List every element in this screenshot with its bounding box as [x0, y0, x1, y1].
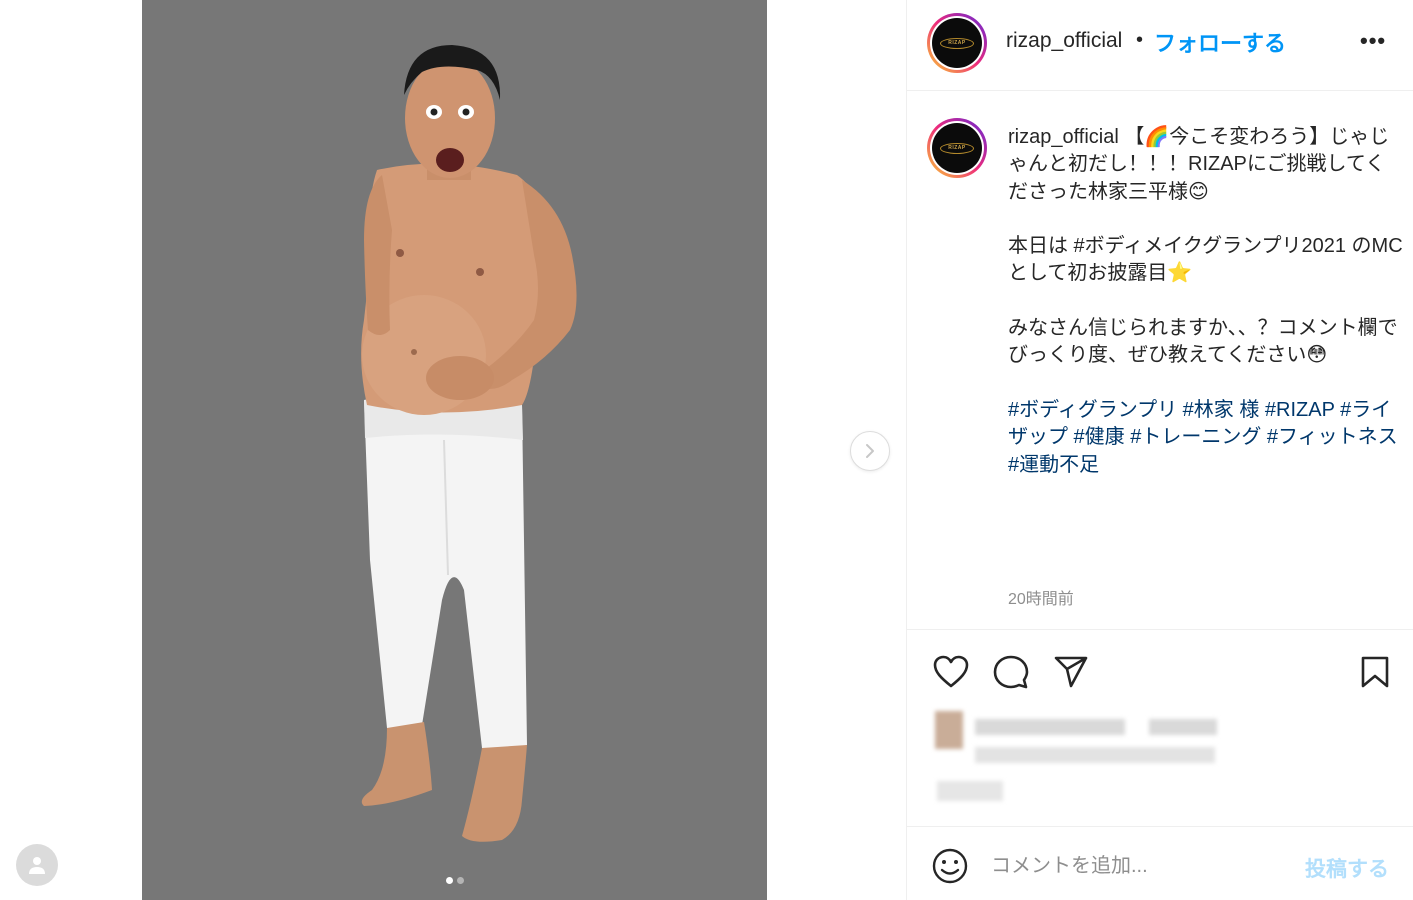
header-username[interactable]: rizap_official: [1006, 29, 1122, 53]
comment-button[interactable]: [991, 652, 1031, 692]
post-caption: rizap_official 【🌈今こそ変わろう】じゃじゃんと初だし！！！RIZ…: [1008, 124, 1403, 479]
emoji-icon: [932, 848, 968, 884]
caption-paragraph: 本日は #ボディメイクグランプリ2021 のMCとして初お披露目⭐: [1008, 235, 1403, 285]
next-image-button[interactable]: [850, 431, 890, 471]
post-header: RIZAP rizap_official • フォローする •••: [907, 0, 1413, 91]
comment-bar: 投稿する: [907, 826, 1413, 900]
user-icon: [29, 857, 45, 874]
user-chip[interactable]: [16, 844, 58, 886]
caption-avatar[interactable]: RIZAP: [927, 118, 987, 178]
post-comment-button[interactable]: 投稿する: [1305, 853, 1389, 883]
chevron-right-icon: [866, 444, 874, 458]
post-panel: RIZAP rizap_official • フォローする ••• RIZAP …: [906, 0, 1413, 900]
carousel-dot[interactable]: [456, 877, 464, 884]
follow-button[interactable]: フォローする: [1154, 26, 1286, 58]
caption-username[interactable]: rizap_official: [1008, 126, 1119, 148]
caption-hashtags[interactable]: #ボディグランプリ #林家 様 #RIZAP #ライザップ #健康 #トレーニン…: [1008, 397, 1403, 479]
rizap-logo: RIZAP: [940, 142, 974, 154]
share-icon: [1054, 656, 1088, 688]
carousel-dot[interactable]: [445, 877, 453, 884]
bookmark-icon: [1361, 656, 1389, 688]
liked-by-redacted: [935, 707, 1225, 803]
post-media[interactable]: [142, 0, 767, 900]
comment-icon: [993, 655, 1029, 689]
more-options-button[interactable]: •••: [1360, 28, 1386, 54]
share-button[interactable]: [1051, 652, 1091, 692]
post-photo: [142, 0, 767, 900]
like-button[interactable]: [931, 652, 971, 692]
separator-dot: •: [1136, 29, 1144, 51]
action-bar: [907, 629, 1413, 709]
profile-avatar[interactable]: RIZAP: [927, 13, 987, 73]
rizap-logo: RIZAP: [940, 37, 974, 49]
comment-input[interactable]: [991, 849, 1291, 883]
emoji-button[interactable]: [931, 847, 969, 885]
caption-paragraph: みなさん信じられますか、、？コメント欄でびっくり度、ぜひ教えてください😳: [1008, 317, 1398, 367]
caption-paragraph: rizap_official 【🌈今こそ変わろう】じゃじゃんと初だし！！！RIZ…: [1008, 124, 1403, 206]
post-timestamp[interactable]: 20時間前: [1008, 585, 1074, 609]
carousel-dots: [142, 877, 767, 884]
heart-icon: [933, 655, 969, 688]
save-button[interactable]: [1355, 652, 1395, 692]
